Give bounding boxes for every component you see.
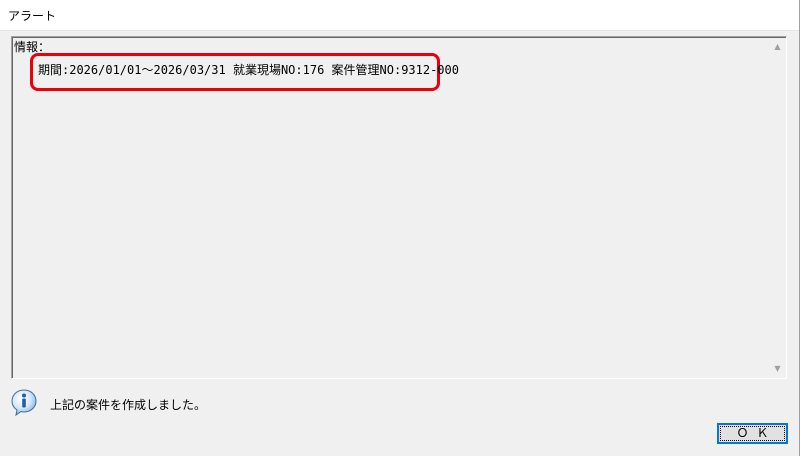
title-bar[interactable]: アラート: [0, 0, 799, 31]
vertical-scrollbar[interactable]: ▲ ▼: [769, 38, 786, 377]
alert-dialog: アラート 情報： 期間:2026/01/01～2026/03/31 就業現場NO…: [0, 0, 800, 456]
info-icon: [10, 388, 38, 417]
ok-button[interactable]: ＯＫ: [717, 423, 788, 444]
window-title: アラート: [8, 9, 57, 23]
info-textarea[interactable]: 情報： 期間:2026/01/01～2026/03/31 就業現場NO:176 …: [11, 36, 787, 379]
message-text: 上記の案件を作成しました。: [50, 398, 207, 412]
scroll-up-arrow-icon[interactable]: ▲: [769, 38, 786, 55]
scroll-down-arrow-icon[interactable]: ▼: [769, 360, 786, 377]
info-detail-line: 期間:2026/01/01～2026/03/31 就業現場NO:176 案件管理…: [38, 63, 459, 77]
